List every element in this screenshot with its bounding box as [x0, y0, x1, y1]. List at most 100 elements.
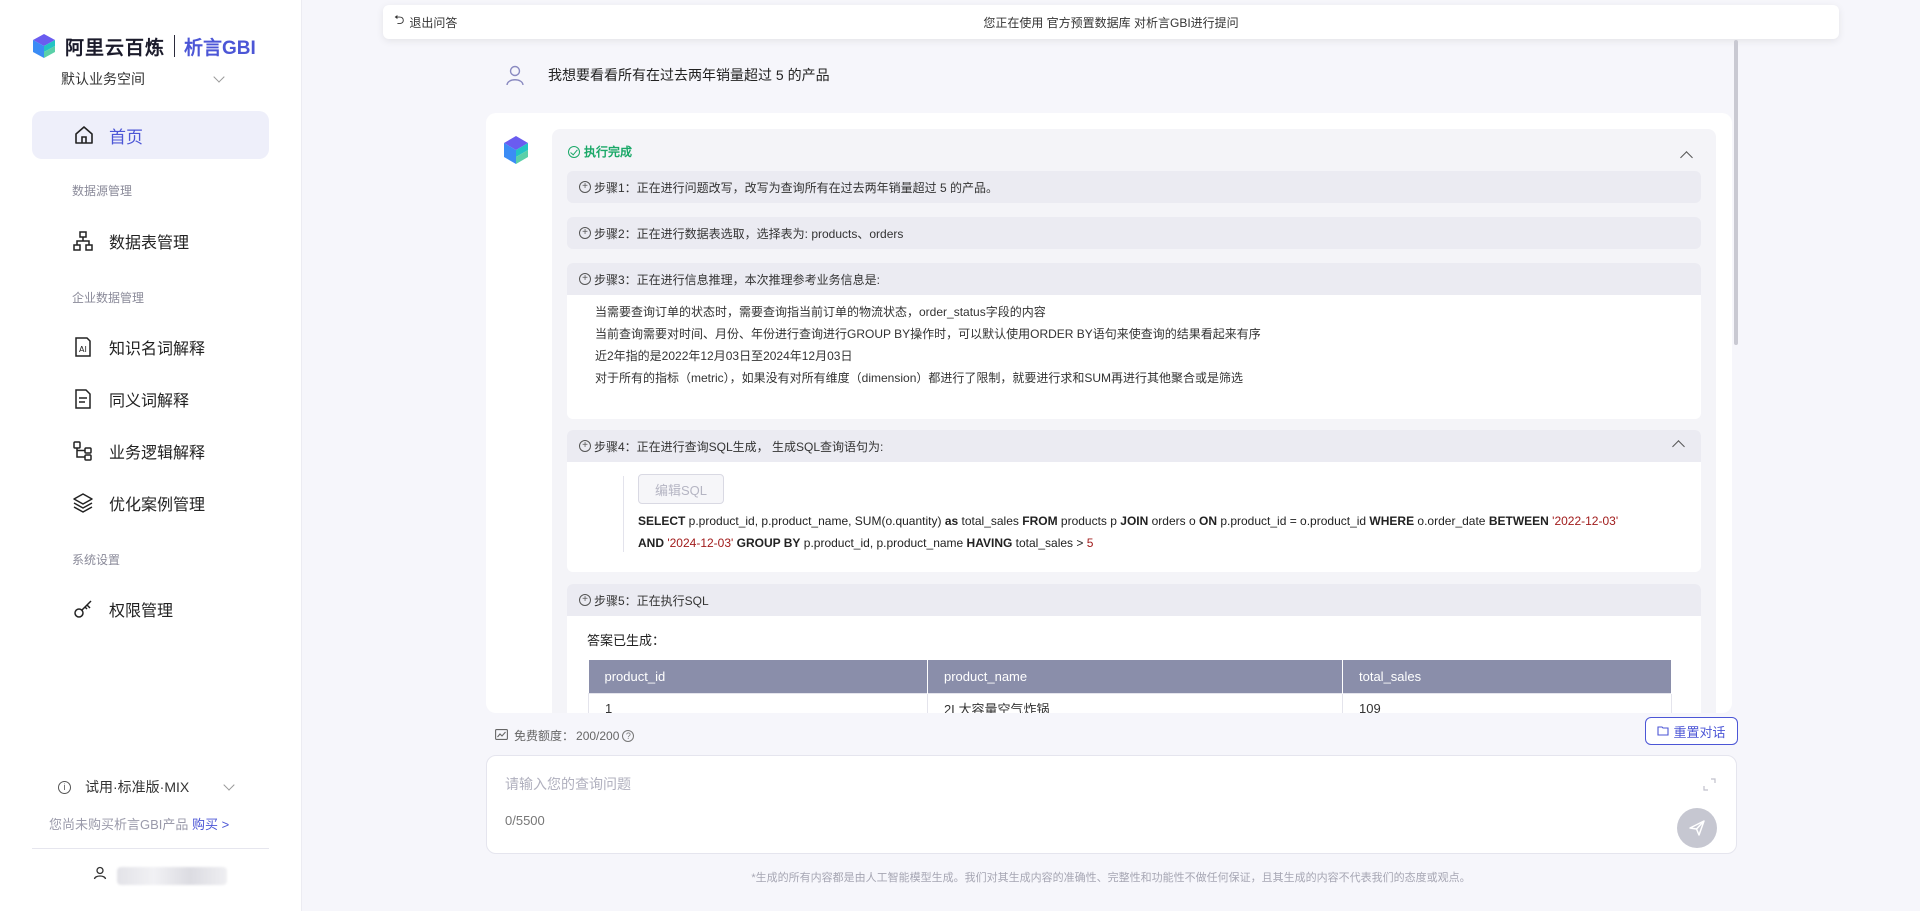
column-header[interactable]: product_name: [927, 660, 1343, 693]
free-quota: 免费额度： 200/200 ?: [495, 727, 635, 744]
sql-keyword: WHERE: [1369, 514, 1415, 528]
sql-code: SELECT p.product_id, p.product_name, SUM…: [638, 510, 1701, 554]
bot-answer-card: 执行完成 + 步骤1：正在进行问题改写，改写为查询所有在过去两年销量超过 5 的…: [486, 113, 1732, 713]
table-cell: 109: [1342, 692, 1672, 713]
query-input[interactable]: [505, 774, 1605, 802]
sql-string: '2022-12-03': [1548, 514, 1619, 528]
sql-text: orders o: [1148, 514, 1199, 528]
step-2: + 步骤2：正在进行数据表选取，选择表为: products、orders: [567, 217, 1701, 249]
key-icon: [72, 598, 94, 620]
sidebar-divider: [32, 848, 269, 849]
execution-status[interactable]: 执行完成: [568, 143, 632, 160]
sidebar-item-label: 首页: [109, 127, 143, 147]
step-3-body: 当需要查询订单的状态时，需要查询指当前订单的物流状态，order_status字…: [567, 295, 1701, 399]
business-info-line: 当需要查询订单的状态时，需要查询指当前订单的物流状态，order_status字…: [595, 305, 1046, 319]
brand-logo[interactable]: 阿里云百炼 析言GBI: [31, 32, 256, 60]
plan-selector[interactable]: i 试用·标准版·MIX: [58, 777, 235, 797]
sidebar-item-permissions[interactable]: 权限管理: [72, 594, 173, 624]
sidebar-item-label: 数据表管理: [109, 235, 190, 252]
sql-text: total_sales >: [1012, 536, 1087, 550]
sql-keyword: as: [944, 514, 959, 528]
sql-text: products p: [1057, 514, 1121, 528]
chat-scrollbar[interactable]: [1734, 40, 1738, 345]
sql-keyword: HAVING: [966, 536, 1013, 550]
sql-text: total_sales: [958, 514, 1023, 528]
sql-keyword: FROM: [1022, 514, 1058, 528]
database-banner: 您正在使用 官方预置数据库 对析言GBI进行提问: [983, 15, 1239, 30]
plus-circle-icon: +: [579, 227, 591, 239]
check-circle-icon: [568, 145, 580, 158]
plus-circle-icon: +: [579, 440, 591, 452]
reset-conversation-button[interactable]: 重置对话: [1645, 717, 1738, 745]
sql-keyword: GROUP BY: [736, 536, 801, 550]
send-button[interactable]: [1677, 808, 1717, 848]
ai-doc-icon: AI: [72, 336, 94, 358]
sidebar-item-home[interactable]: 首页: [32, 111, 269, 159]
step-4-header[interactable]: + 步骤4：正在进行查询SQL生成， 生成SQL查询语句为:: [567, 430, 1701, 462]
exit-qa-button[interactable]: ⮌ 退出问答: [394, 11, 457, 33]
brand-name: 阿里云百炼: [65, 37, 166, 59]
query-input-box: 0/5500: [486, 755, 1737, 854]
sidebar-item-cases[interactable]: 优化案例管理: [72, 488, 205, 518]
chevron-down-icon: [223, 779, 235, 791]
sidebar-item-label: 业务逻辑解释: [109, 445, 206, 462]
user-avatar-icon: [504, 64, 526, 86]
sql-keyword: AND: [638, 536, 664, 550]
sidebar-item-logic[interactable]: 业务逻辑解释: [72, 436, 205, 466]
column-header[interactable]: total_sales: [1342, 660, 1672, 693]
sql-keyword: ON: [1198, 514, 1217, 528]
chevron-up-icon[interactable]: [1680, 151, 1693, 164]
step-4-title: 步骤4：正在进行查询SQL生成， 生成SQL查询语句为:: [594, 439, 884, 454]
bot-avatar-icon: [502, 135, 530, 165]
step-1-header[interactable]: + 步骤1：正在进行问题改写，改写为查询所有在过去两年销量超过 5 的产品。: [567, 171, 1701, 203]
sidebar-item-label: 权限管理: [109, 603, 174, 620]
quota-count: 200/200: [576, 728, 620, 743]
char-counter: 0/5500: [505, 813, 545, 828]
step-3-title: 步骤3：正在进行信息推理，本次推理参考业务信息是:: [594, 272, 881, 287]
sidebar-item-terms[interactable]: AI 知识名词解释: [72, 332, 205, 362]
sidebar-item-synonyms[interactable]: 同义词解释: [72, 384, 189, 414]
sql-keyword: BETWEEN: [1488, 514, 1549, 528]
info-icon: i: [58, 780, 71, 794]
nav-group-enterprise: 企业数据管理: [72, 291, 145, 305]
execution-trace: 执行完成 + 步骤1：正在进行问题改写，改写为查询所有在过去两年销量超过 5 的…: [552, 129, 1716, 713]
buy-link[interactable]: 购买 >: [192, 817, 229, 832]
business-info-line: 当前查询需要对时间、月份、年份进行查询进行GROUP BY操作时，可以默认使用O…: [595, 327, 1261, 341]
edit-sql-button[interactable]: 编辑SQL: [638, 474, 724, 504]
quota-icon: [495, 728, 508, 743]
sidebar-item-label: 优化案例管理: [109, 497, 206, 514]
column-header[interactable]: product_id: [588, 660, 928, 693]
chevron-down-icon: [213, 71, 225, 83]
undo-arrow-icon: ⮌: [394, 12, 405, 27]
send-icon: [1689, 820, 1705, 836]
expand-icon[interactable]: [1703, 778, 1716, 791]
step-5-title: 步骤5：正在执行SQL: [594, 593, 709, 608]
sidebar-item-label: 知识名词解释: [109, 341, 206, 358]
purchase-notice-text: 您尚未购买析言GBI产品: [49, 817, 189, 832]
nav-group-datasource: 数据源管理: [72, 184, 133, 198]
top-bar: ⮌ 退出问答 您正在使用 官方预置数据库 对析言GBI进行提问: [383, 5, 1839, 39]
help-icon[interactable]: ?: [622, 729, 635, 742]
document-icon: [72, 388, 94, 410]
bailian-logo-icon: [31, 33, 57, 59]
quota-label: 免费额度：: [514, 729, 575, 743]
reset-label: 重置对话: [1673, 724, 1726, 740]
sql-text: p.product_id = o.product_id: [1216, 514, 1370, 528]
step-3-header[interactable]: + 步骤3：正在进行信息推理，本次推理参考业务信息是:: [567, 263, 1701, 295]
plus-circle-icon: +: [579, 181, 591, 193]
sql-keyword: SELECT: [638, 514, 686, 528]
home-icon: [73, 124, 95, 146]
purchase-notice: 您尚未购买析言GBI产品 购买 >: [49, 814, 229, 833]
sidebar-item-tables[interactable]: 数据表管理: [72, 226, 189, 256]
answer-title: 答案已生成：: [587, 633, 666, 648]
step-5-header[interactable]: + 步骤5：正在执行SQL: [567, 584, 1701, 616]
sql-keyword: JOIN: [1120, 514, 1149, 528]
workspace-selector[interactable]: 默认业务空间: [61, 69, 225, 89]
sql-string: '2024-12-03': [664, 536, 737, 550]
sql-number: 5: [1086, 536, 1094, 550]
sidebar-item-label: 同义词解释: [109, 393, 190, 410]
exit-qa-label: 退出问答: [409, 15, 458, 30]
plus-circle-icon: +: [579, 594, 591, 606]
step-2-header[interactable]: + 步骤2：正在进行数据表选取，选择表为: products、orders: [567, 217, 1701, 249]
business-info-line: 对于所有的指标（metric），如果没有对所有维度（dimension）都进行了…: [595, 371, 1244, 385]
